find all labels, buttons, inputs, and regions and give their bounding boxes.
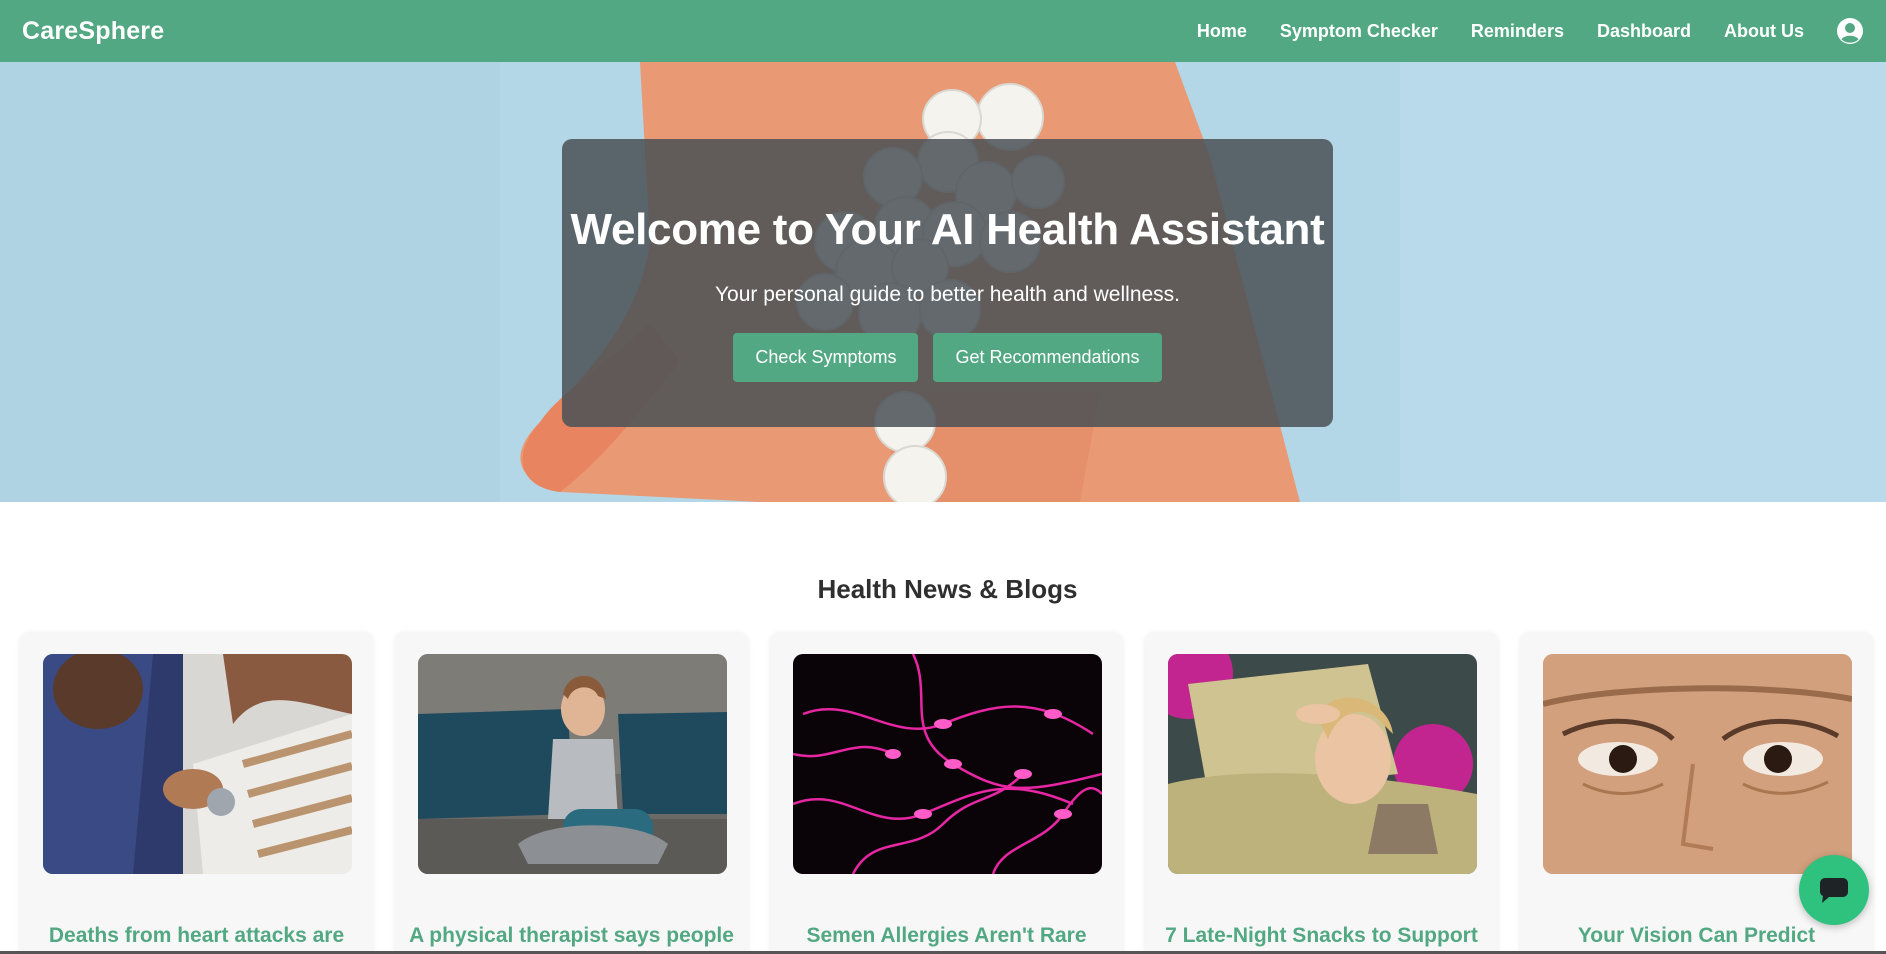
nav-link-symptom-checker[interactable]: Symptom Checker: [1280, 21, 1438, 42]
hero-overlay-card: Welcome to Your AI Health Assistant Your…: [562, 139, 1333, 427]
nav-link-about-us[interactable]: About Us: [1724, 21, 1804, 42]
check-symptoms-button[interactable]: Check Symptoms: [733, 333, 919, 382]
news-card-image: [793, 654, 1102, 874]
news-card-image: [1543, 654, 1852, 874]
hero-title: Welcome to Your AI Health Assistant: [570, 205, 1325, 254]
hero-section: Welcome to Your AI Health Assistant Your…: [0, 62, 1886, 502]
nav-links: Home Symptom Checker Reminders Dashboard…: [1164, 17, 1864, 45]
news-card-title[interactable]: 7 Late-Night Snacks to Support: [1145, 924, 1498, 948]
news-card-image: [1168, 654, 1477, 874]
brand-logo[interactable]: CareSphere: [22, 17, 164, 46]
nav-link-reminders[interactable]: Reminders: [1471, 21, 1564, 42]
news-card[interactable]: A physical therapist says people: [395, 632, 748, 954]
news-card[interactable]: Semen Allergies Aren't Rare: [770, 632, 1123, 954]
news-card[interactable]: 7 Late-Night Snacks to Support: [1145, 632, 1498, 954]
news-card[interactable]: Deaths from heart attacks are: [20, 632, 373, 954]
news-card-image: [418, 654, 727, 874]
hero-button-group: Check Symptoms Get Recommendations: [562, 333, 1333, 382]
nav-link-home[interactable]: Home: [1197, 21, 1247, 42]
news-card-title[interactable]: Semen Allergies Aren't Rare: [770, 924, 1123, 948]
news-card-title[interactable]: Deaths from heart attacks are: [20, 924, 373, 948]
chat-launcher-button[interactable]: [1799, 855, 1869, 925]
nav-link-dashboard[interactable]: Dashboard: [1597, 21, 1691, 42]
user-circle-icon[interactable]: [1836, 17, 1864, 45]
chat-bubble-icon: [1820, 878, 1848, 903]
get-recommendations-button[interactable]: Get Recommendations: [933, 333, 1162, 382]
top-navbar: CareSphere Home Symptom Checker Reminder…: [0, 0, 1886, 62]
news-card-image: [43, 654, 352, 874]
news-card-title[interactable]: A physical therapist says people: [395, 924, 748, 948]
news-section-heading: Health News & Blogs: [817, 574, 1078, 604]
news-card-title[interactable]: Your Vision Can Predict: [1520, 924, 1873, 948]
hero-subtitle: Your personal guide to better health and…: [714, 283, 1181, 306]
